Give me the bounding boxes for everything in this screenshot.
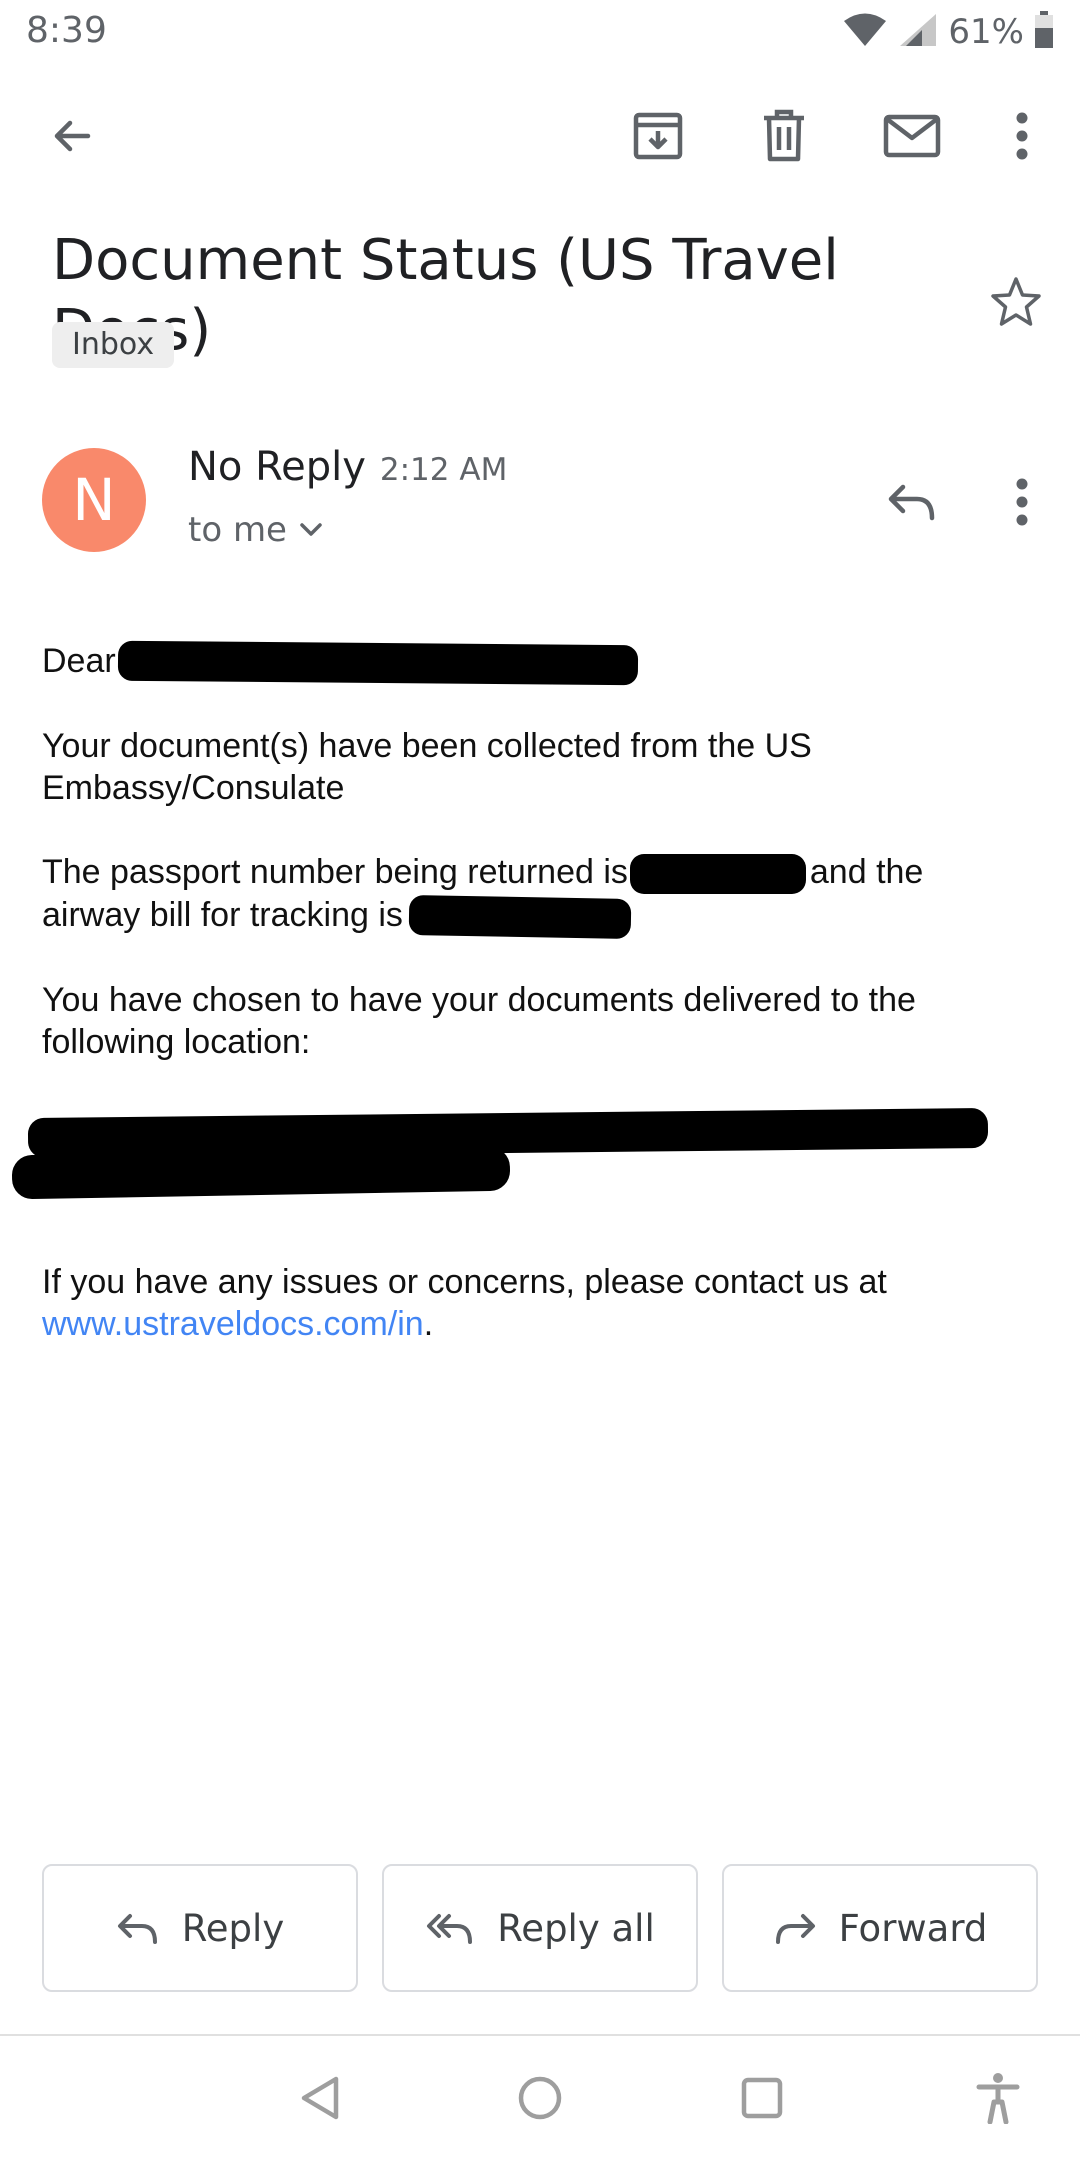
contact-link[interactable]: www.ustraveldocs.com/in	[42, 1305, 424, 1343]
redacted-airway-bill	[408, 895, 632, 939]
status-icons: 61%	[842, 10, 1054, 54]
greeting-paragraph: Dear	[42, 640, 1002, 686]
nav-home-button[interactable]	[500, 2058, 580, 2138]
greeting-text: Dear	[42, 642, 116, 680]
nav-home-icon	[518, 2076, 562, 2120]
forward-button[interactable]: Forward	[722, 1864, 1038, 1992]
avatar[interactable]: N	[42, 448, 146, 552]
contact-suffix: .	[423, 1305, 434, 1344]
redacted-address	[0, 1105, 1002, 1205]
chevron-down-icon	[300, 523, 322, 536]
archive-button[interactable]	[606, 84, 710, 188]
more-vert-icon	[1016, 478, 1028, 526]
redacted-address-line-1	[27, 1108, 989, 1159]
wifi-icon	[842, 12, 888, 53]
star-button[interactable]	[978, 264, 1054, 340]
sender-line: No Reply 2:12 AM	[188, 444, 507, 490]
mark-unread-icon	[883, 114, 941, 158]
forward-label: Forward	[838, 1906, 988, 1950]
reply-icon	[117, 1914, 157, 1944]
battery-percent: 61%	[948, 12, 1024, 52]
reply-actions: Reply Reply all Forward	[42, 1864, 1038, 1992]
contact-paragraph: If you have any issues or concerns, plea…	[42, 1261, 1002, 1345]
email-body: Dear Your document(s) have been collecte…	[11, 640, 1002, 1387]
more-options-button[interactable]	[970, 84, 1074, 188]
reply-icon	[888, 484, 935, 521]
mark-unread-button[interactable]	[860, 84, 964, 188]
reply-all-label: Reply all	[497, 1906, 655, 1950]
passport-prefix: The passport number being returned is	[42, 853, 628, 892]
status-time: 8:39	[26, 10, 107, 51]
delete-button[interactable]	[732, 84, 836, 188]
system-nav-bar	[0, 2036, 1080, 2160]
battery-icon	[1034, 10, 1054, 54]
archive-icon	[633, 112, 683, 160]
message-more-button[interactable]	[982, 462, 1062, 542]
sender-name[interactable]: No Reply	[188, 444, 366, 490]
accessibility-icon	[976, 2073, 1020, 2124]
label-chip-inbox[interactable]: Inbox	[52, 322, 175, 368]
more-vert-icon	[1016, 112, 1028, 160]
nav-recents-icon	[741, 2077, 783, 2119]
recipient-label: to me	[188, 510, 287, 550]
reply-all-icon	[427, 1914, 473, 1944]
quick-reply-button[interactable]	[872, 462, 952, 542]
reply-label: Reply	[181, 1906, 285, 1950]
star-icon	[991, 277, 1041, 326]
reply-all-button[interactable]: Reply all	[382, 1864, 698, 1992]
nav-back-icon	[301, 2076, 339, 2120]
forward-icon	[775, 1914, 815, 1944]
redacted-name	[117, 640, 638, 686]
back-arrow-icon	[54, 120, 91, 152]
sent-time: 2:12 AM	[379, 452, 508, 488]
accessibility-button[interactable]	[958, 2058, 1038, 2138]
redacted-address-line-2	[11, 1146, 511, 1200]
recipient-details-toggle[interactable]: to me	[188, 510, 323, 550]
email-subject: Document Status (US Travel Docs)	[52, 228, 839, 363]
back-button[interactable]	[20, 84, 124, 188]
collection-paragraph: Your document(s) have been collected fro…	[42, 727, 812, 808]
contact-prefix: If you have any issues or concerns, plea…	[42, 1263, 887, 1302]
reply-button[interactable]: Reply	[42, 1864, 358, 1992]
cellular-signal-icon	[898, 12, 938, 53]
nav-back-button[interactable]	[280, 2058, 360, 2138]
email-toolbar	[0, 84, 1080, 188]
nav-recents-button[interactable]	[722, 2058, 802, 2138]
delivery-paragraph: You have chosen to have your documents d…	[42, 981, 916, 1062]
passport-paragraph: The passport number being returned is and…	[42, 851, 1002, 939]
delete-icon	[764, 109, 804, 162]
status-bar: 8:39 61%	[0, 0, 1080, 62]
redacted-passport-number	[629, 854, 806, 895]
